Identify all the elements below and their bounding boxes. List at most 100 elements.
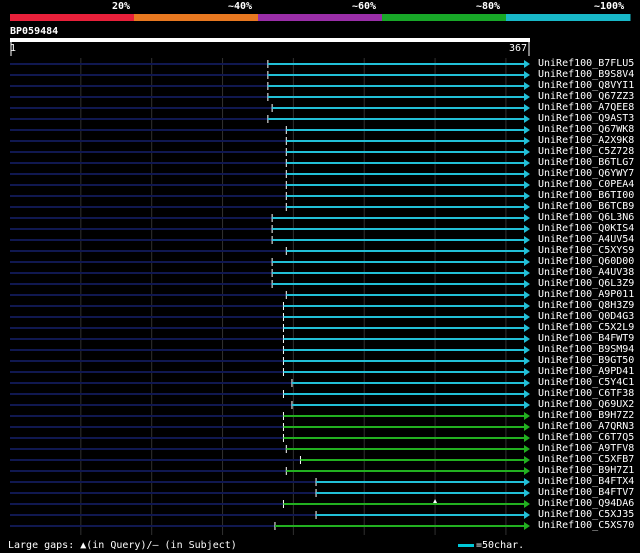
hit-arrow-34 bbox=[524, 423, 530, 431]
hit-arrow-24 bbox=[524, 313, 530, 321]
hit-arrow-42 bbox=[524, 511, 530, 519]
hit-arrow-32 bbox=[524, 401, 530, 409]
hit-arrow-41 bbox=[524, 500, 530, 508]
hit-label-32[interactable]: UniRef100_Q69UX2 bbox=[538, 399, 634, 410]
hit-arrow-38 bbox=[524, 467, 530, 475]
hit-arrow-33 bbox=[524, 412, 530, 420]
hit-label-40[interactable]: UniRef100_B4FTV7 bbox=[538, 487, 634, 498]
hit-label-16[interactable]: UniRef100_Q0KIS4 bbox=[538, 223, 634, 234]
hit-label-15[interactable]: UniRef100_Q6L3N6 bbox=[538, 212, 634, 223]
hit-arrow-27 bbox=[524, 346, 530, 354]
hit-label-13[interactable]: UniRef100_B6TI00 bbox=[538, 190, 634, 201]
hit-arrow-10 bbox=[524, 159, 530, 167]
hit-arrow-7 bbox=[524, 126, 530, 134]
hit-arrow-40 bbox=[524, 489, 530, 497]
hit-arrow-4 bbox=[524, 93, 530, 101]
hit-label-39[interactable]: UniRef100_B4FTX4 bbox=[538, 476, 634, 487]
hit-arrow-14 bbox=[524, 203, 530, 211]
hit-arrow-3 bbox=[524, 82, 530, 90]
scale-label: =50char. bbox=[476, 540, 525, 551]
hit-arrow-11 bbox=[524, 170, 530, 178]
hit-label-24[interactable]: UniRef100_Q0D4G3 bbox=[538, 311, 634, 322]
hit-label-22[interactable]: UniRef100_A9P011 bbox=[538, 289, 634, 300]
hit-arrow-37 bbox=[524, 456, 530, 464]
hit-label-11[interactable]: UniRef100_Q6YWY7 bbox=[538, 168, 634, 179]
hit-label-28[interactable]: UniRef100_B9GT50 bbox=[538, 355, 634, 366]
gap-legend: Large gaps: ▲(in Query)/— (in Subject) bbox=[8, 540, 237, 551]
scale-legend: =50char. bbox=[458, 540, 524, 551]
hit-arrow-29 bbox=[524, 368, 530, 376]
hit-label-34[interactable]: UniRef100_A7QRN3 bbox=[538, 421, 634, 432]
blast-alignment-view: 20% ~40% ~60% ~80% ~100% BP059484 1 367 … bbox=[0, 0, 640, 553]
hit-arrow-15 bbox=[524, 214, 530, 222]
query-bar bbox=[10, 38, 530, 42]
identity-legend-40: ~40% bbox=[228, 1, 253, 12]
identity-band-4 bbox=[382, 14, 507, 21]
identity-band-5 bbox=[506, 14, 631, 21]
scale-swatch bbox=[458, 543, 474, 547]
hit-arrow-8 bbox=[524, 137, 530, 145]
hit-arrow-18 bbox=[524, 247, 530, 255]
hit-label-1[interactable]: UniRef100_B7FLU5 bbox=[538, 58, 634, 69]
identity-legend-100: ~100% bbox=[594, 1, 625, 12]
hit-label-18[interactable]: UniRef100_C5XYS9 bbox=[538, 245, 634, 256]
hit-arrow-39 bbox=[524, 478, 530, 486]
hit-label-29[interactable]: UniRef100_A9PD41 bbox=[538, 366, 634, 377]
hit-label-36[interactable]: UniRef100_A9TFV8 bbox=[538, 443, 634, 454]
identity-band-2 bbox=[134, 14, 259, 21]
hit-arrow-13 bbox=[524, 192, 530, 200]
hit-label-33[interactable]: UniRef100_B9H7Z2 bbox=[538, 410, 634, 421]
hit-arrow-21 bbox=[524, 280, 530, 288]
hit-label-19[interactable]: UniRef100_Q60D00 bbox=[538, 256, 634, 267]
hit-arrow-28 bbox=[524, 357, 530, 365]
query-start-position: 1 bbox=[10, 43, 17, 54]
hit-label-8[interactable]: UniRef100_A2X9K8 bbox=[538, 135, 634, 146]
hit-label-14[interactable]: UniRef100_B6TCB9 bbox=[538, 201, 634, 212]
hit-arrow-30 bbox=[524, 379, 530, 387]
hit-arrow-35 bbox=[524, 434, 530, 442]
hit-arrow-2 bbox=[524, 71, 530, 79]
hit-label-9[interactable]: UniRef100_C5Z728 bbox=[538, 146, 634, 157]
hit-label-7[interactable]: UniRef100_Q67WK8 bbox=[538, 124, 634, 135]
hit-arrow-22 bbox=[524, 291, 530, 299]
hit-arrow-23 bbox=[524, 302, 530, 310]
hit-label-26[interactable]: UniRef100_B4FWT9 bbox=[538, 333, 634, 344]
hit-label-41[interactable]: UniRef100_Q94DA6 bbox=[538, 498, 634, 509]
hit-label-2[interactable]: UniRef100_B9S8V4 bbox=[538, 69, 634, 80]
hit-label-5[interactable]: UniRef100_A7QEE8 bbox=[538, 102, 634, 113]
identity-band-1 bbox=[10, 14, 135, 21]
hit-label-43[interactable]: UniRef100_C5XS70 bbox=[538, 520, 634, 531]
hit-arrow-5 bbox=[524, 104, 530, 112]
hit-arrow-31 bbox=[524, 390, 530, 398]
hit-label-21[interactable]: UniRef100_Q6L3Z9 bbox=[538, 278, 634, 289]
hit-label-35[interactable]: UniRef100_C6T7Q5 bbox=[538, 432, 634, 443]
hit-label-17[interactable]: UniRef100_A4UV54 bbox=[538, 234, 634, 245]
hit-label-25[interactable]: UniRef100_C5X2L9 bbox=[538, 322, 634, 333]
hit-arrow-20 bbox=[524, 269, 530, 277]
hit-arrow-25 bbox=[524, 324, 530, 332]
identity-legend-80: ~80% bbox=[476, 1, 501, 12]
hit-arrow-43 bbox=[524, 522, 530, 530]
hit-label-12[interactable]: UniRef100_C0PEA4 bbox=[538, 179, 634, 190]
hit-label-6[interactable]: UniRef100_Q9ASТ3 bbox=[538, 113, 634, 124]
hit-label-31[interactable]: UniRef100_C6TF38 bbox=[538, 388, 634, 399]
hit-label-23[interactable]: UniRef100_Q8H3Z9 bbox=[538, 300, 634, 311]
hit-label-38[interactable]: UniRef100_B9H7Z1 bbox=[538, 465, 634, 476]
identity-band-3 bbox=[258, 14, 383, 21]
hit-arrow-9 bbox=[524, 148, 530, 156]
hit-label-37[interactable]: UniRef100_C5XFB7 bbox=[538, 454, 634, 465]
hit-arrow-16 bbox=[524, 225, 530, 233]
hit-label-20[interactable]: UniRef100_A4UV38 bbox=[538, 267, 634, 278]
query-id: BP059484 bbox=[10, 26, 59, 37]
hit-arrow-36 bbox=[524, 445, 530, 453]
query-end-position: 367 bbox=[509, 43, 528, 54]
hit-label-42[interactable]: UniRef100_C5XJ35 bbox=[538, 509, 634, 520]
hit-arrow-26 bbox=[524, 335, 530, 343]
hit-label-10[interactable]: UniRef100_B6TLG7 bbox=[538, 157, 634, 168]
hit-label-4[interactable]: UniRef100_Q67ZZ3 bbox=[538, 91, 634, 102]
hit-arrow-19 bbox=[524, 258, 530, 266]
hit-label-30[interactable]: UniRef100_C5Y4C1 bbox=[538, 377, 634, 388]
identity-legend-20: 20% bbox=[112, 1, 131, 12]
hit-label-27[interactable]: UniRef100_B9SM94 bbox=[538, 344, 634, 355]
hit-label-3[interactable]: UniRef100_Q8VYI1 bbox=[538, 80, 634, 91]
